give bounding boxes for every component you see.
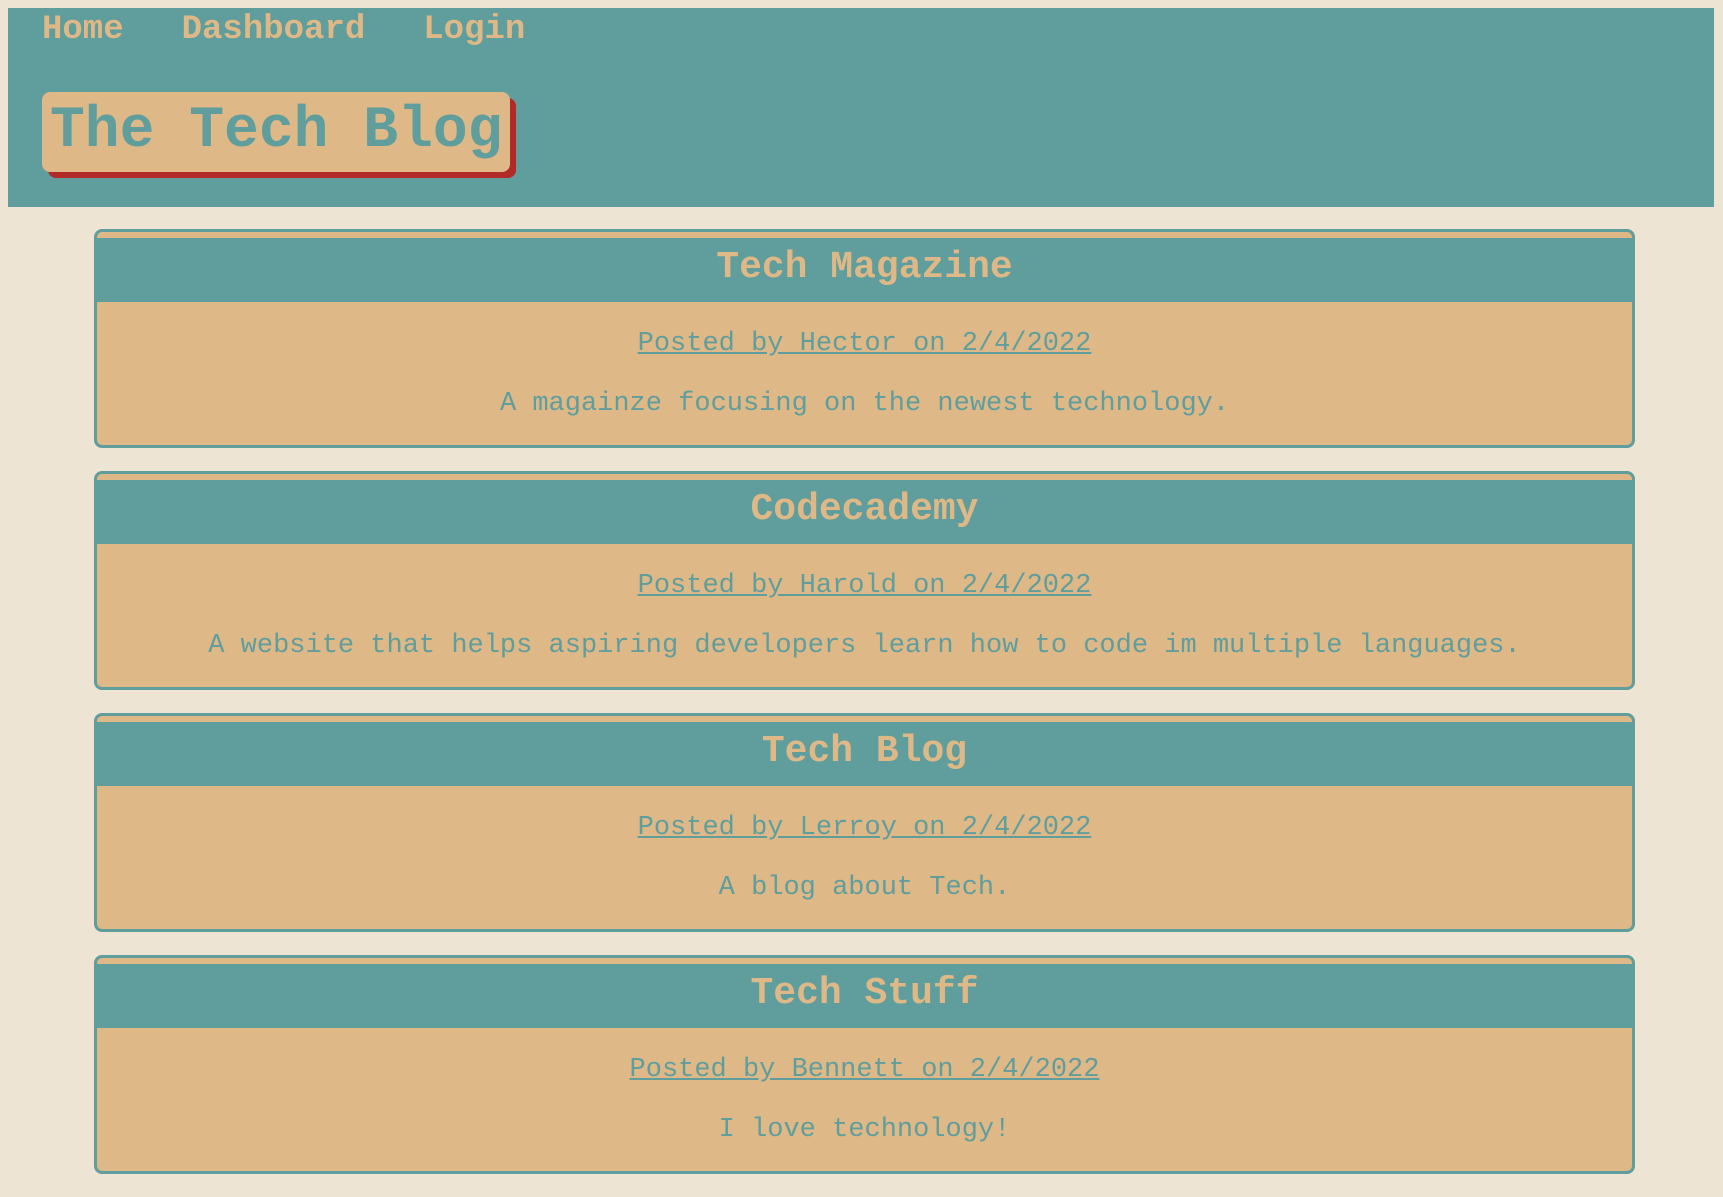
site-title: The Tech Blog <box>42 92 511 172</box>
nav-home-link[interactable]: Home <box>42 8 124 52</box>
post-card: Tech Blog Posted by Lerroy on 2/4/2022 A… <box>94 713 1635 932</box>
nav-dashboard-link[interactable]: Dashboard <box>182 8 366 52</box>
post-card: Tech Magazine Posted by Hector on 2/4/20… <box>94 229 1635 448</box>
post-content: A website that helps aspiring developers… <box>208 631 1521 661</box>
post-content: A blog about Tech. <box>718 873 1011 903</box>
post-card: Codecademy Posted by Harold on 2/4/2022 … <box>94 471 1635 690</box>
main-nav: Home Dashboard Login <box>42 8 583 52</box>
post-card: Tech Stuff Posted by Bennett on 2/4/2022… <box>94 955 1635 1174</box>
post-title: Tech Stuff <box>97 964 1632 1028</box>
post-content: A magainze focusing on the newest techno… <box>499 389 1230 419</box>
post-author-link[interactable]: Posted by Lerroy on 2/4/2022 <box>638 813 1092 843</box>
post-title: Tech Blog <box>97 722 1632 786</box>
post-author-link[interactable]: Posted by Harold on 2/4/2022 <box>638 571 1092 601</box>
site-header: Home Dashboard Login The Tech Blog <box>8 8 1714 207</box>
post-author-link[interactable]: Posted by Hector on 2/4/2022 <box>638 329 1092 359</box>
post-title: Tech Magazine <box>97 238 1632 302</box>
post-list: Tech Magazine Posted by Hector on 2/4/20… <box>94 229 1635 1197</box>
post-title: Codecademy <box>97 480 1632 544</box>
nav-login-link[interactable]: Login <box>423 8 525 52</box>
post-content: I love technology! <box>718 1115 1011 1145</box>
post-author-link[interactable]: Posted by Bennett on 2/4/2022 <box>630 1055 1100 1085</box>
